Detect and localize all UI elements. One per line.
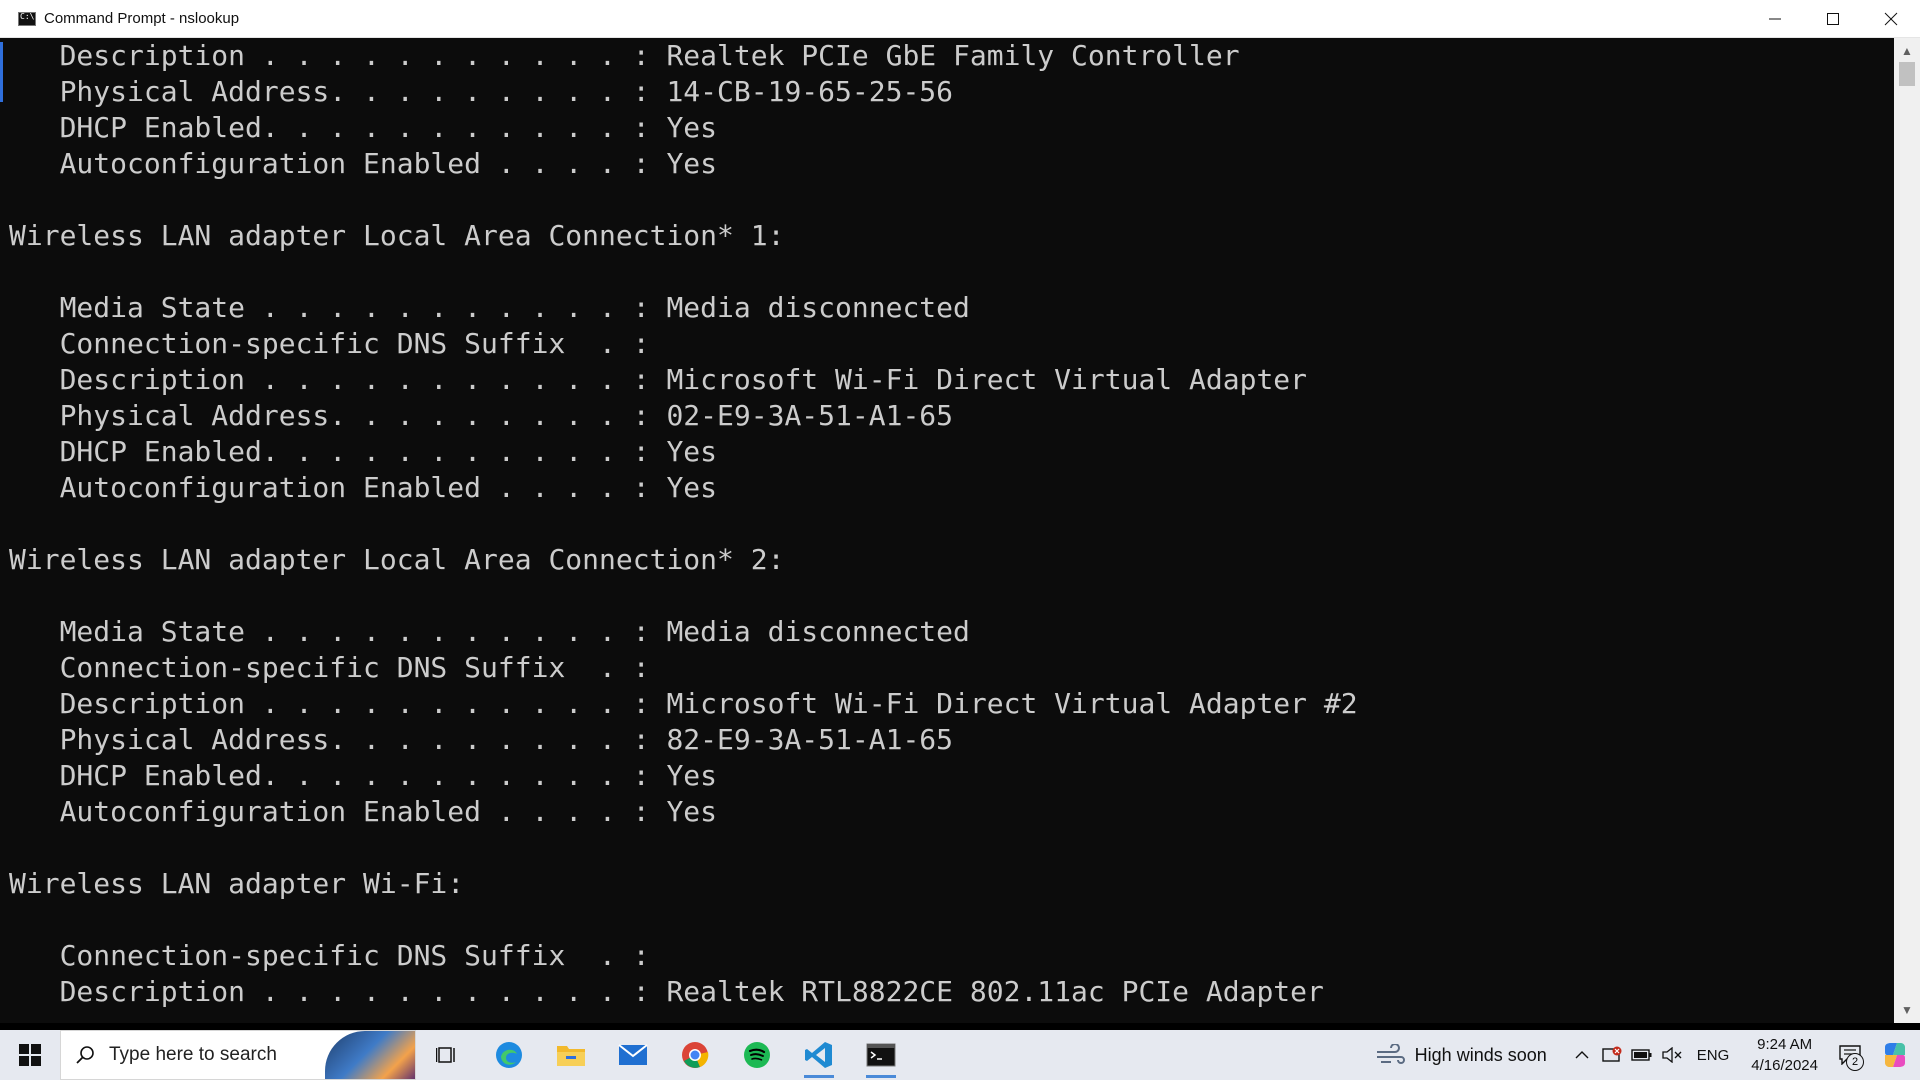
chevron-up-icon bbox=[1575, 1051, 1589, 1059]
maximize-icon bbox=[1827, 13, 1839, 25]
start-button[interactable] bbox=[0, 1030, 60, 1080]
file-explorer-icon bbox=[557, 1046, 585, 1066]
weather-text: High winds soon bbox=[1414, 1044, 1547, 1065]
battery-icon bbox=[1631, 1049, 1652, 1061]
console-line: Physical Address. . . . . . . . . : 82-E… bbox=[9, 723, 954, 756]
search-placeholder: Type here to search bbox=[109, 1044, 277, 1065]
console-line: Wireless LAN adapter Wi-Fi: bbox=[9, 867, 465, 900]
search-highlight-image bbox=[325, 1031, 415, 1079]
show-hidden-icons-button[interactable] bbox=[1567, 1050, 1597, 1060]
console-line: Physical Address. . . . . . . . . : 14-C… bbox=[9, 75, 954, 108]
task-view-button[interactable] bbox=[416, 1030, 478, 1080]
system-tray: High winds soon ENG 9:24 AM 4/16/2024 2 bbox=[1375, 1030, 1920, 1080]
console-lines: Description . . . . . . . . . . . : Real… bbox=[9, 38, 1358, 1010]
wind-icon bbox=[1376, 1044, 1405, 1064]
console-line: Description . . . . . . . . . . . : Micr… bbox=[9, 687, 1358, 720]
copilot-icon bbox=[1885, 1043, 1905, 1067]
edge-button[interactable] bbox=[478, 1030, 540, 1080]
clock[interactable]: 9:24 AM 4/16/2024 bbox=[1751, 1034, 1818, 1076]
console-line: Description . . . . . . . . . . . : Micr… bbox=[9, 363, 1308, 396]
close-button[interactable] bbox=[1862, 0, 1920, 38]
clock-date: 4/16/2024 bbox=[1751, 1057, 1818, 1074]
console-line: DHCP Enabled. . . . . . . . . . . : Yes bbox=[9, 759, 718, 792]
console-line: Media State . . . . . . . . . . . : Medi… bbox=[9, 291, 970, 324]
console-line: Wireless LAN adapter Local Area Connecti… bbox=[9, 219, 785, 252]
security-tray-button[interactable] bbox=[1597, 1046, 1627, 1064]
console-accent-bar bbox=[0, 42, 3, 102]
weather-widget[interactable]: High winds soon bbox=[1375, 1044, 1547, 1066]
clock-time: 9:24 AM bbox=[1757, 1036, 1813, 1053]
console-line: Connection-specific DNS Suffix . : bbox=[9, 939, 650, 972]
console-line: Connection-specific DNS Suffix . : bbox=[9, 327, 650, 360]
mail-icon bbox=[618, 1044, 648, 1065]
language-indicator[interactable]: ENG bbox=[1697, 1047, 1730, 1064]
console-line: Physical Address. . . . . . . . . : 02-E… bbox=[9, 399, 954, 432]
window-title: Command Prompt - nslookup bbox=[44, 10, 240, 27]
terminal-button[interactable] bbox=[850, 1030, 912, 1080]
console-line: Description . . . . . . . . . . . : Real… bbox=[9, 975, 1324, 1008]
close-icon bbox=[1884, 12, 1898, 26]
vscode-icon bbox=[805, 1042, 832, 1068]
battery-tray-button[interactable] bbox=[1627, 1048, 1657, 1062]
copilot-button[interactable] bbox=[1870, 1041, 1920, 1069]
scroll-down-icon[interactable]: ▼ bbox=[1894, 999, 1920, 1021]
console-line: Autoconfiguration Enabled . . . . : Yes bbox=[9, 471, 718, 504]
console-line: Connection-specific DNS Suffix . : bbox=[9, 651, 650, 684]
spotify-button[interactable] bbox=[726, 1030, 788, 1080]
console-line: DHCP Enabled. . . . . . . . . . . : Yes bbox=[9, 435, 718, 468]
edge-icon bbox=[496, 1042, 522, 1068]
search-icon bbox=[76, 1046, 94, 1064]
maximize-button[interactable] bbox=[1804, 0, 1862, 38]
console-line: Autoconfiguration Enabled . . . . : Yes bbox=[9, 795, 718, 828]
scroll-thumb[interactable] bbox=[1899, 62, 1915, 86]
title-bar[interactable]: Command Prompt - nslookup bbox=[0, 0, 1920, 38]
console-line: Autoconfiguration Enabled . . . . : Yes bbox=[9, 147, 718, 180]
security-alert-icon bbox=[1602, 1046, 1622, 1062]
chrome-button[interactable] bbox=[664, 1030, 726, 1080]
minimize-button[interactable] bbox=[1746, 0, 1804, 38]
windows-icon bbox=[19, 1044, 41, 1066]
volume-tray-button[interactable] bbox=[1657, 1047, 1687, 1063]
cmd-icon bbox=[18, 11, 36, 26]
console-line: Wireless LAN adapter Local Area Connecti… bbox=[9, 543, 785, 576]
notification-center-button[interactable]: 2 bbox=[1830, 1045, 1870, 1071]
console-line: Media State . . . . . . . . . . . : Medi… bbox=[9, 615, 970, 648]
file-explorer-button[interactable] bbox=[540, 1030, 602, 1080]
spotify-icon bbox=[744, 1042, 770, 1068]
taskbar-search[interactable]: Type here to search bbox=[60, 1030, 416, 1080]
window-controls bbox=[1746, 0, 1920, 38]
task-view-icon bbox=[436, 1047, 455, 1063]
console-line: DHCP Enabled. . . . . . . . . . . : Yes bbox=[9, 111, 718, 144]
scroll-up-icon[interactable]: ▲ bbox=[1894, 40, 1920, 62]
mail-button[interactable] bbox=[602, 1030, 664, 1080]
taskbar: Type here to search High winds soon ENG … bbox=[0, 1030, 1920, 1080]
notification-badge: 2 bbox=[1846, 1053, 1864, 1071]
volume-muted-icon bbox=[1662, 1047, 1682, 1063]
minimize-icon bbox=[1769, 18, 1781, 20]
vertical-scrollbar[interactable]: ▲ ▼ bbox=[1894, 38, 1920, 1023]
console-output[interactable]: Description . . . . . . . . . . . : Real… bbox=[0, 38, 1894, 1023]
console-line: Description . . . . . . . . . . . : Real… bbox=[9, 39, 1240, 72]
terminal-icon bbox=[866, 1043, 896, 1067]
chrome-icon bbox=[682, 1042, 709, 1068]
vscode-button[interactable] bbox=[788, 1030, 850, 1080]
